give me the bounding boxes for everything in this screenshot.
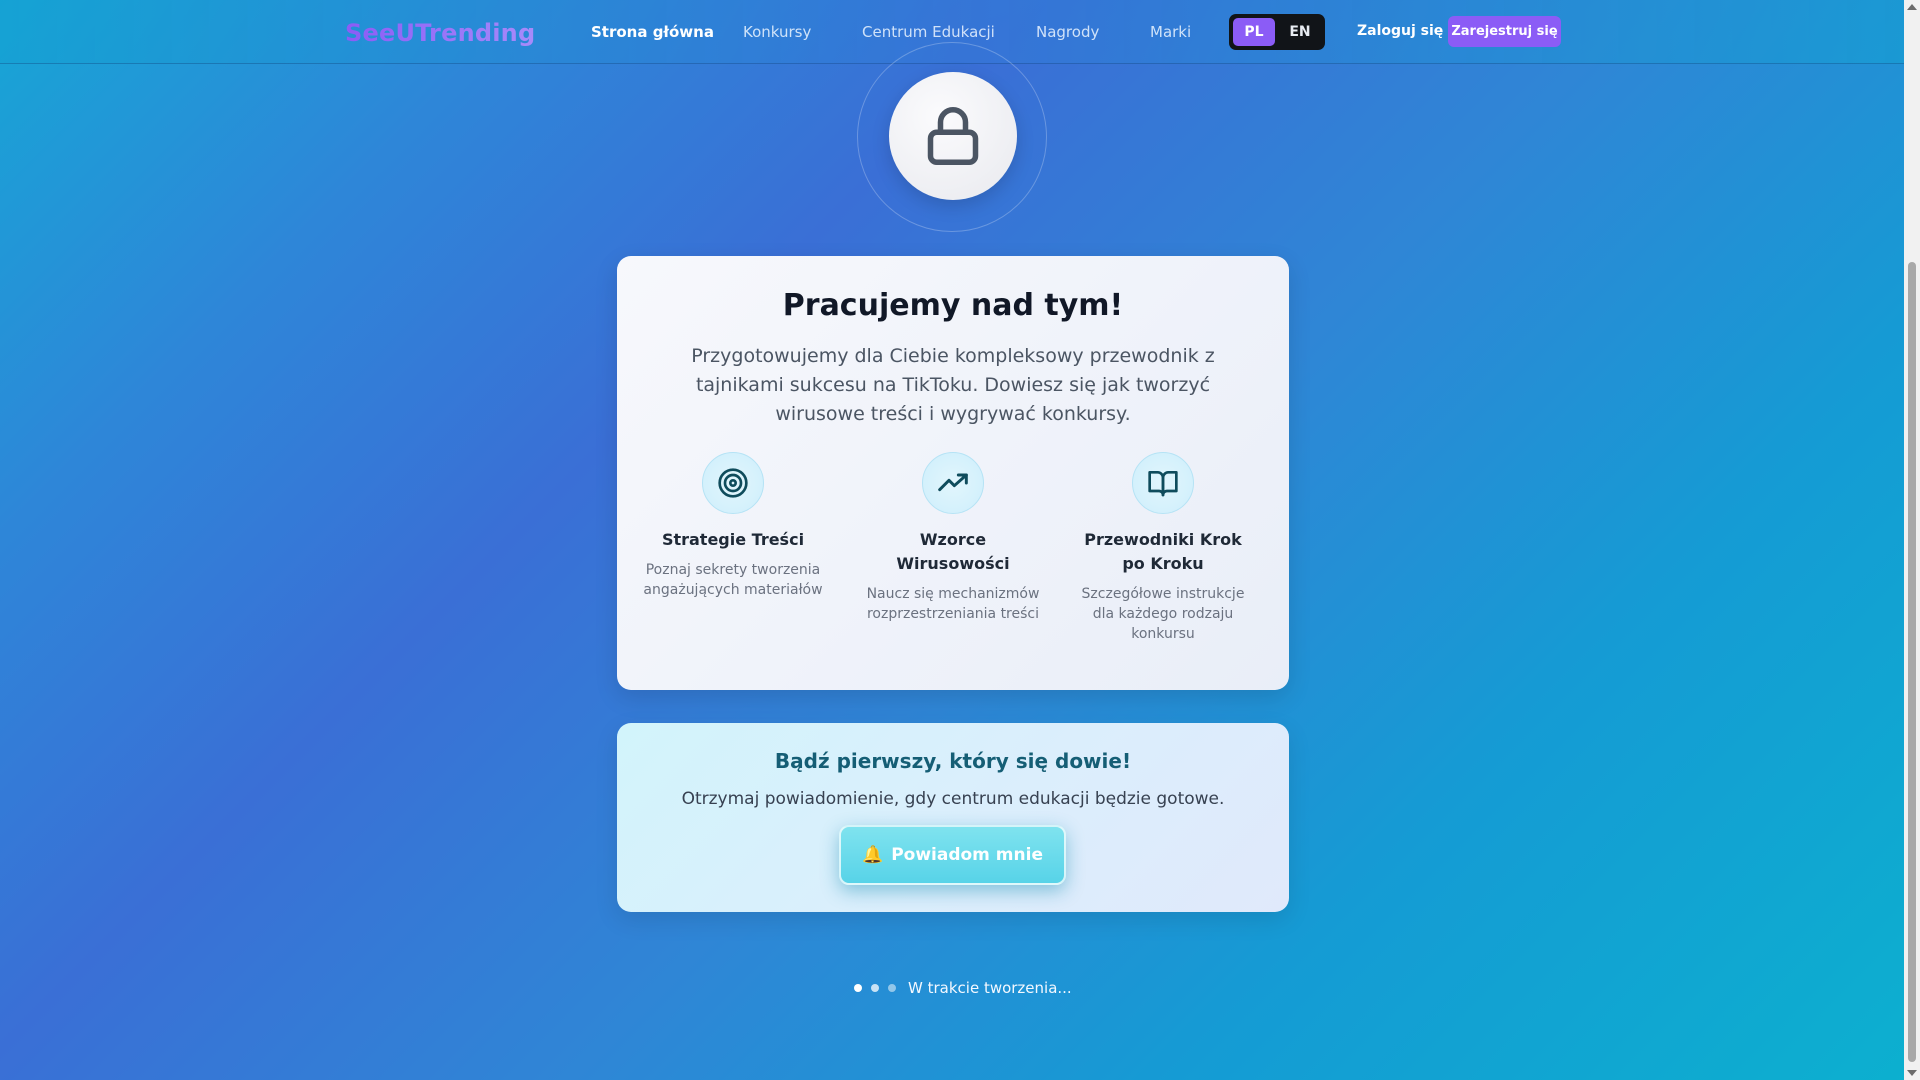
coming-soon-card: Pracujemy nad tym! Przygotowujemy dla Ci… [617, 256, 1289, 690]
feature-content-strategies: Strategie Treści Poznaj sekrety tworzeni… [643, 452, 823, 600]
loading-dot [871, 984, 879, 992]
nav-contests[interactable]: Konkursy [743, 23, 811, 41]
feature-desc: Naucz się mechanizmów rozprzestrzeniania… [866, 586, 1040, 622]
notify-me-button[interactable]: 🔔 Powiadom mnie [839, 825, 1066, 885]
status-text: W trakcie tworzenia... [908, 979, 1072, 997]
loading-dot [888, 984, 896, 992]
card-title: Pracujemy nad tym! [782, 288, 1124, 323]
brand-logo[interactable]: SeeUTrending [345, 19, 535, 47]
notify-text: Otrzymaj powiadomienie, gdy centrum eduk… [681, 789, 1225, 809]
status-indicator: W trakcie tworzenia... [854, 979, 1072, 997]
bell-icon: 🔔 [862, 845, 884, 865]
feature-title: Strategie Treści [661, 530, 805, 549]
feature-desc: Poznaj sekrety tworzenia angażujących ma… [643, 562, 823, 598]
card-lead: Przygotowujemy dla Ciebie kompleksowy pr… [691, 345, 1215, 425]
feature-title: Wzorce Wirusowości [896, 530, 1010, 573]
nav-brands[interactable]: Marki [1150, 23, 1191, 41]
notify-button-label: Powiadom mnie [891, 845, 1043, 865]
nav-education-center[interactable]: Centrum Edukacji [862, 23, 995, 41]
loading-dot [854, 984, 862, 992]
language-switcher: PL EN [1229, 14, 1325, 50]
feature-desc: Szczegółowe instrukcje dla każdego rodza… [1081, 586, 1245, 642]
scroll-up-arrow[interactable] [1907, 4, 1917, 10]
login-link[interactable]: Zaloguj się [1357, 23, 1443, 39]
scroll-down-arrow[interactable] [1907, 1070, 1917, 1076]
lang-pl-button[interactable]: PL [1233, 18, 1275, 46]
notify-card: Bądź pierwszy, który się dowie! Otrzymaj… [617, 723, 1289, 912]
lock-icon [927, 107, 979, 165]
signup-button[interactable]: Zarejestruj się [1448, 16, 1561, 47]
scroll-thumb[interactable] [1908, 262, 1916, 1062]
book-open-icon [1148, 471, 1178, 497]
page-scrollbar[interactable] [1904, 0, 1920, 1080]
lang-en-button[interactable]: EN [1279, 18, 1321, 46]
notify-title: Bądź pierwszy, który się dowie! [774, 749, 1132, 773]
target-icon [718, 468, 748, 498]
hero-lock-badge [889, 72, 1017, 200]
nav-rewards[interactable]: Nagrody [1036, 23, 1099, 41]
feature-title: Przewodniki Krok po Kroku [1084, 530, 1242, 573]
nav-home[interactable]: Strona główna [591, 23, 714, 41]
feature-step-guides: Przewodniki Krok po Kroku Szczegółowe in… [1073, 452, 1253, 644]
trending-up-icon [938, 473, 968, 492]
feature-viral-patterns: Wzorce Wirusowości Naucz się mechanizmów… [863, 452, 1043, 624]
